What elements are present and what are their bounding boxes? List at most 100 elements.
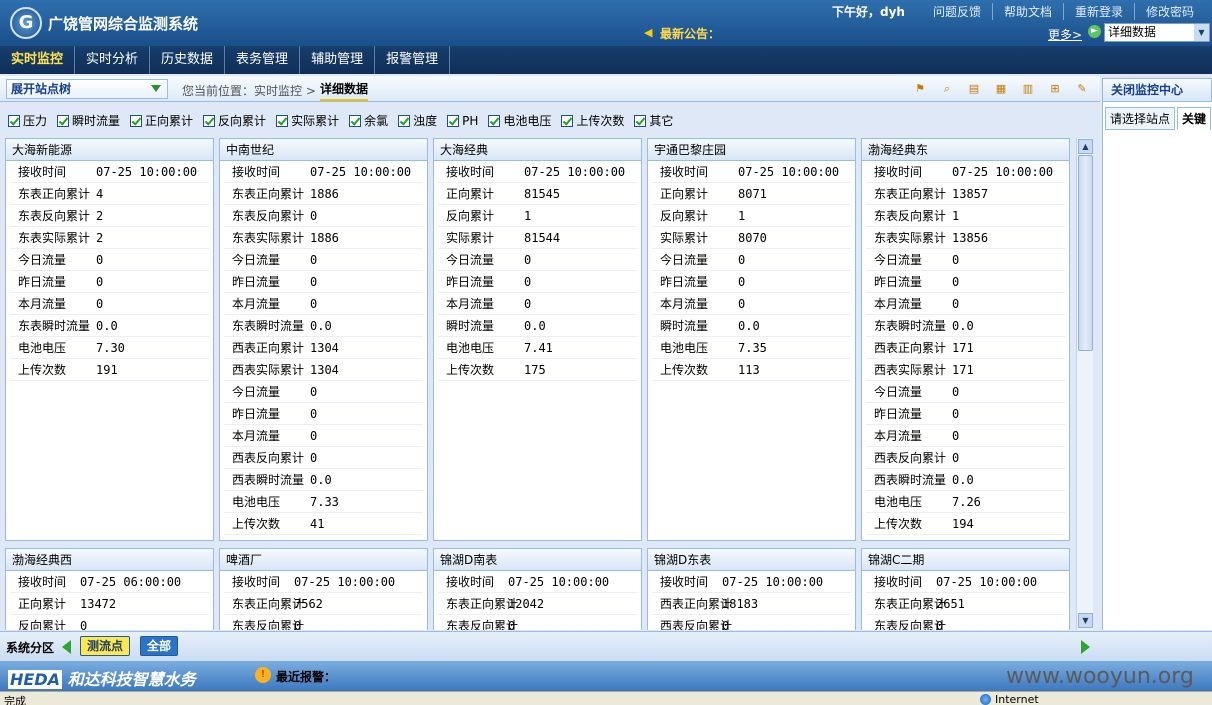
checkbox-checked-icon[interactable] [447,114,460,127]
metric-row: 本月流量 0 [438,293,637,315]
metric-value: 7.30 [96,340,125,355]
nav-aux-management[interactable]: 辅助管理 [300,46,376,74]
header: G 广饶管网综合监测系统 ◀ 最新公告： 下午好，dyh 问题反馈 帮助文档 重… [0,0,1212,46]
metric-label: 东表实际累计 [874,231,947,245]
vertical-scrollbar[interactable]: ▲ ▼ [1076,138,1093,630]
filter-checkbox[interactable]: 其它 [634,112,673,129]
filter-checkbox[interactable]: 实际累计 [276,112,339,129]
more-link[interactable]: 更多> [1048,26,1082,43]
scroll-thumb[interactable] [1078,155,1093,351]
site-tree-select[interactable]: 展开站点树 [6,79,168,99]
prev-arrow-icon[interactable] [62,640,71,654]
export-icon[interactable]: ▦ [993,81,1009,97]
all-button[interactable]: 全部 [140,636,179,656]
metric-value: 2 [96,230,104,245]
checkbox-checked-icon[interactable] [488,114,501,127]
relogin-link[interactable]: 重新登录 [1063,3,1134,20]
checkbox-checked-icon[interactable] [398,114,411,127]
checkbox-checked-icon[interactable] [57,114,70,127]
grid-icon[interactable]: ▥ [1020,81,1036,97]
filter-checkbox[interactable]: 电池电压 [488,112,551,129]
edit-icon[interactable]: ⌕ [939,81,955,97]
station-name[interactable]: 啤酒厂 [220,549,427,571]
station-name[interactable]: 锦湖D东表 [648,549,855,571]
metric-row: 西表瞬时流量 0.0 [224,469,423,491]
tab-select-station[interactable]: 请选择站点 [1105,107,1176,130]
metric-value: 07-25 10:00:00 [738,164,840,179]
chevron-down-icon[interactable] [151,85,161,92]
station-name[interactable]: 锦湖C二期 [862,549,1069,571]
checkbox-checked-icon[interactable] [8,114,20,127]
checkbox-checked-icon[interactable] [349,114,362,127]
metric-value: 2651 [936,596,965,611]
scroll-up-icon[interactable]: ▲ [1078,139,1093,154]
nav-alarm-management[interactable]: 报警管理 [375,46,451,74]
change-password-link[interactable]: 修改密码 [1134,3,1205,20]
feedback-link[interactable]: 问题反馈 [922,3,992,20]
filter-checkbox[interactable]: 反向累计 [203,112,266,129]
station-name[interactable]: 大海经典 [434,139,641,161]
station-card: 大海新能源 接收时间 07-25 10:00:00 东表正向累计 4 东表反向累计 2 东表实… [5,138,214,541]
copy-icon[interactable]: ▤ [966,81,982,97]
help-link[interactable]: 帮助文档 [992,3,1063,20]
tab-keyword[interactable]: 关键 [1177,107,1212,130]
metric-value: 191 [96,362,118,377]
go-icon[interactable]: ► [1088,25,1101,38]
metric-row: 实际累计 8070 [652,227,851,249]
search-icon[interactable]: ⚑ [912,81,928,97]
metric-value: 0 [310,384,318,399]
tree-icon[interactable]: ⊞ [1047,81,1063,97]
metric-label: 接收时间 [874,165,923,179]
view-select[interactable]: 详细数据 ▼ [1104,23,1210,42]
scroll-down-icon[interactable]: ▼ [1078,613,1093,628]
filter-checkbox[interactable]: 上传次数 [561,112,624,129]
nav-realtime-analysis[interactable]: 实时分析 [75,46,151,74]
station-name[interactable]: 渤海经典东 [862,139,1069,161]
checkbox-checked-icon[interactable] [634,114,647,127]
checkbox-checked-icon[interactable] [561,114,574,127]
station-name[interactable]: 宇通巴黎庄园 [648,139,855,161]
metric-label: 正向累计 [660,187,709,201]
zone-bar: 系统分区 测流点 全部 [0,631,1212,661]
station-name[interactable]: 锦湖D南表 [434,549,641,571]
nav-meter-management[interactable]: 表务管理 [225,46,301,74]
metric-value: 7562 [294,596,323,611]
filter-checkbox[interactable]: 压力 [8,112,47,129]
nav-history-data[interactable]: 历史数据 [150,46,226,74]
metric-row: 接收时间 07-25 10:00:00 [652,161,851,183]
filter-checkbox[interactable]: 浊度 [398,112,437,129]
station-name[interactable]: 中南世纪 [220,139,427,161]
metric-label: 电池电压 [874,495,923,509]
metric-value: 0 [524,252,532,267]
metric-label: 东表正向累计 [18,187,91,201]
close-monitor-center-button[interactable]: 关闭监控中心 [1102,78,1212,102]
checkbox-checked-icon[interactable] [130,114,143,127]
filter-checkbox[interactable]: PH [447,112,478,129]
nav-realtime-monitor[interactable]: 实时监控 [0,46,76,74]
metric-row: 接收时间 07-25 10:00:00 [10,161,209,183]
filter-checkbox[interactable]: 正向累计 [130,112,193,129]
filter-checkbox[interactable]: 瞬时流量 [57,112,120,129]
metric-value: 113 [738,362,760,377]
checkbox-checked-icon[interactable] [203,114,216,127]
metric-value: 0 [96,252,104,267]
flow-points-button[interactable]: 测流点 [80,636,131,656]
metric-label: 东表正向累计 [874,187,947,201]
metric-value: 0 [310,296,318,311]
metric-row: 东表实际累计 2 [10,227,209,249]
chevron-down-icon[interactable]: ▼ [1194,24,1209,41]
top-links: 问题反馈 帮助文档 重新登录 修改密码 [922,3,1205,20]
metric-label: 今日流量 [446,253,495,267]
metric-row: 东表正向累计 1886 [224,183,423,205]
breadcrumb-current: 详细数据 [320,80,369,101]
metric-label: 昨日流量 [874,407,923,421]
metric-row: 西表反向累计 0 [866,447,1065,469]
metric-label: 东表正向累计 [232,597,305,611]
filter-checkbox[interactable]: 余氯 [349,112,388,129]
refresh-icon[interactable]: ✎ [1074,81,1090,97]
metric-row: 接收时间 07-25 10:00:00 [866,571,1065,593]
checkbox-checked-icon[interactable] [276,114,289,127]
station-name[interactable]: 大海新能源 [6,139,213,161]
next-arrow-icon[interactable] [1081,640,1090,654]
station-name[interactable]: 渤海经典西 [6,549,213,571]
